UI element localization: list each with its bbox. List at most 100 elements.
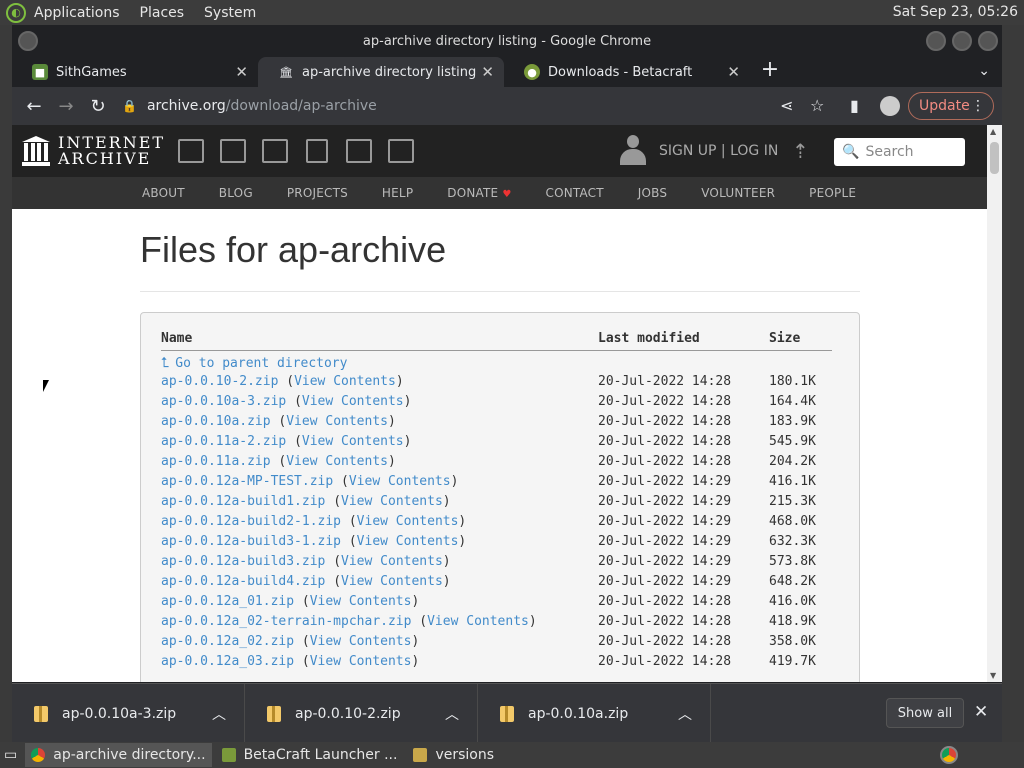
menu-system[interactable]: System: [204, 5, 256, 21]
nav-blog[interactable]: BLOG: [219, 186, 253, 200]
side-panel-icon[interactable]: ▮: [850, 96, 859, 115]
bookmark-star-icon[interactable]: ☆: [810, 96, 824, 115]
file-link[interactable]: ap-0.0.12a_01.zip: [161, 594, 294, 609]
view-contents-link[interactable]: View Contents: [286, 414, 388, 429]
nav-projects[interactable]: PROJECTS: [287, 186, 348, 200]
file-link[interactable]: ap-0.0.12a-build3.zip: [161, 554, 325, 569]
header-last-modified[interactable]: Last modified: [598, 331, 769, 351]
file-link[interactable]: ap-0.0.12a-build4.zip: [161, 574, 325, 589]
show-all-button[interactable]: Show all: [886, 698, 964, 728]
nav-contact[interactable]: CONTACT: [545, 186, 603, 200]
tab-sithgames[interactable]: ■ SithGames ✕: [12, 57, 258, 87]
nav-people[interactable]: PEOPLE: [809, 186, 856, 200]
file-link[interactable]: ap-0.0.12a-build3-1.zip: [161, 534, 341, 549]
nav-donate[interactable]: DONATE ♥: [447, 186, 511, 200]
back-button[interactable]: ←: [18, 96, 50, 117]
close-tab-icon[interactable]: ✕: [727, 63, 740, 81]
view-contents-link[interactable]: View Contents: [357, 534, 459, 549]
file-link[interactable]: ap-0.0.12a_02-terrain-mpchar.zip: [161, 614, 411, 629]
page-scrollbar[interactable]: ▲ ▼: [987, 125, 1002, 682]
view-contents-link[interactable]: View Contents: [310, 634, 412, 649]
chevron-up-icon[interactable]: ︿: [678, 704, 692, 724]
ia-logo[interactable]: INTERNET ARCHIVE: [22, 135, 165, 167]
close-shelf-icon[interactable]: ✕: [974, 702, 988, 722]
view-contents-link[interactable]: View Contents: [302, 434, 404, 449]
menu-places[interactable]: Places: [140, 5, 185, 21]
new-tab-button[interactable]: +: [758, 59, 782, 83]
parent-directory-link[interactable]: Go to parent directory: [175, 356, 347, 371]
more-menu-icon[interactable]: ⋮: [971, 98, 985, 114]
forward-button[interactable]: →: [50, 96, 82, 117]
taskbar-item-versions[interactable]: versions: [407, 743, 500, 767]
nav-jobs[interactable]: JOBS: [638, 186, 667, 200]
close-tab-icon[interactable]: ✕: [481, 63, 494, 81]
view-contents-link[interactable]: View Contents: [427, 614, 529, 629]
lock-icon[interactable]: 🔒: [122, 99, 137, 113]
scroll-up-arrow-icon[interactable]: ▲: [990, 127, 996, 136]
tab-ap-archive[interactable]: 🏛 ap-archive directory listing ✕: [258, 57, 504, 87]
tray-chrome-icon[interactable]: [940, 746, 958, 764]
user-avatar-icon[interactable]: [620, 135, 646, 167]
signup-login-link[interactable]: SIGN UP | LOG IN: [659, 143, 778, 159]
software-floppy-icon[interactable]: [346, 139, 372, 163]
header-size[interactable]: Size: [769, 331, 832, 351]
window-titlebar[interactable]: ap-archive directory listing - Google Ch…: [12, 25, 1002, 57]
view-contents-link[interactable]: View Contents: [341, 574, 443, 589]
web-icon[interactable]: [178, 139, 204, 163]
share-icon[interactable]: ⋖: [780, 96, 793, 115]
file-link[interactable]: ap-0.0.10-2.zip: [161, 374, 278, 389]
view-contents-link[interactable]: View Contents: [302, 394, 404, 409]
file-link[interactable]: ap-0.0.10a-3.zip: [161, 394, 286, 409]
ia-search-input[interactable]: 🔍 Search: [834, 138, 965, 166]
view-contents-link[interactable]: View Contents: [310, 654, 412, 669]
profile-avatar-icon[interactable]: [880, 96, 900, 116]
download-item[interactable]: ap-0.0.10a.zip ︿: [478, 684, 711, 743]
images-icon[interactable]: [388, 139, 414, 163]
update-button[interactable]: Update ⋮: [908, 92, 994, 120]
nav-about[interactable]: ABOUT: [142, 186, 185, 200]
file-link[interactable]: ap-0.0.10a.zip: [161, 414, 271, 429]
nav-help[interactable]: HELP: [382, 186, 413, 200]
view-contents-link[interactable]: View Contents: [341, 494, 443, 509]
chevron-up-icon[interactable]: ︿: [445, 704, 459, 724]
download-item[interactable]: ap-0.0.10-2.zip ︿: [245, 684, 478, 743]
nav-volunteer[interactable]: VOLUNTEER: [701, 186, 775, 200]
view-contents-link[interactable]: View Contents: [294, 374, 396, 389]
file-link[interactable]: ap-0.0.12a-MP-TEST.zip: [161, 474, 333, 489]
minimize-icon[interactable]: [926, 31, 946, 51]
view-contents-link[interactable]: View Contents: [349, 474, 451, 489]
tab-search-chevron-icon[interactable]: ⌄: [978, 63, 990, 79]
video-film-icon[interactable]: [262, 139, 288, 163]
texts-book-icon[interactable]: [220, 139, 246, 163]
reload-button[interactable]: ↻: [82, 96, 114, 117]
close-tab-icon[interactable]: ✕: [235, 63, 248, 81]
audio-speaker-icon[interactable]: [306, 139, 328, 163]
file-link[interactable]: ap-0.0.11a.zip: [161, 454, 271, 469]
file-link[interactable]: ap-0.0.12a_02.zip: [161, 634, 294, 649]
file-link[interactable]: ap-0.0.12a-build1.zip: [161, 494, 325, 509]
file-link[interactable]: ap-0.0.12a_03.zip: [161, 654, 294, 669]
scroll-down-arrow-icon[interactable]: ▼: [990, 671, 996, 680]
address-bar[interactable]: 🔒 archive.org/download/ap-archive: [122, 91, 802, 121]
view-contents-link[interactable]: View Contents: [286, 454, 388, 469]
taskbar-item-betacraft[interactable]: BetaCraft Launcher ...: [216, 743, 404, 767]
file-link[interactable]: ap-0.0.11a-2.zip: [161, 434, 286, 449]
chevron-up-icon[interactable]: ︿: [212, 704, 226, 724]
window-menu-icon[interactable]: [18, 31, 38, 51]
view-contents-link[interactable]: View Contents: [341, 554, 443, 569]
file-link[interactable]: ap-0.0.12a-build2-1.zip: [161, 514, 341, 529]
system-clock[interactable]: Sat Sep 23, 05:26: [893, 4, 1018, 20]
close-window-icon[interactable]: [978, 31, 998, 51]
view-contents-link[interactable]: View Contents: [310, 594, 412, 609]
menu-applications[interactable]: Applications: [34, 5, 120, 21]
system-logo-icon[interactable]: ◐: [6, 2, 26, 23]
maximize-icon[interactable]: [952, 31, 972, 51]
download-item[interactable]: ap-0.0.10a-3.zip ︿: [12, 684, 245, 743]
header-name[interactable]: Name: [161, 331, 598, 351]
scrollbar-thumb[interactable]: [990, 142, 999, 174]
view-contents-link[interactable]: View Contents: [357, 514, 459, 529]
upload-icon[interactable]: ⇡: [792, 139, 809, 163]
show-desktop-icon[interactable]: ▭: [0, 743, 21, 767]
tab-betacraft[interactable]: ● Downloads - Betacraft ✕: [504, 57, 750, 87]
taskbar-item-chrome[interactable]: ap-archive directory...: [25, 743, 212, 767]
